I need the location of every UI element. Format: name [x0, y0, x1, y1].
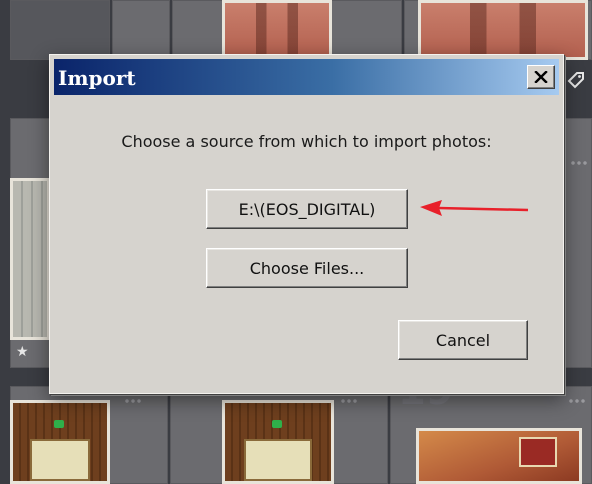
grid-cell[interactable] — [112, 0, 170, 60]
dialog-title: Import — [58, 66, 136, 90]
drive-source-button[interactable]: E:\(EOS_DIGITAL) — [206, 189, 408, 229]
photo-thumbnail[interactable] — [416, 428, 582, 484]
photo-thumbnail[interactable] — [222, 0, 332, 60]
star-rating[interactable]: ★ — [16, 344, 29, 360]
annotation-arrow — [420, 200, 529, 216]
import-dialog: Import Choose a source from which to imp… — [49, 54, 564, 394]
cell-options-dots[interactable] — [570, 160, 588, 166]
tag-icon — [566, 70, 586, 94]
cell-options-dots[interactable] — [340, 398, 358, 404]
import-prompt: Choose a source from which to import pho… — [121, 132, 492, 151]
close-icon — [534, 71, 548, 83]
arrow-shaft — [437, 206, 529, 212]
grid-cell[interactable] — [10, 0, 110, 60]
arrow-head — [420, 200, 442, 216]
lightroom-library-grid: ★ 19 Import Choose a source from which t… — [0, 0, 592, 484]
photo-thumbnail[interactable] — [10, 178, 50, 340]
window-detail — [244, 438, 312, 481]
close-button[interactable] — [527, 65, 555, 89]
photo-thumbnail[interactable] — [10, 400, 110, 484]
photo-thumbnail[interactable] — [222, 400, 334, 484]
dialog-titlebar[interactable]: Import — [54, 59, 559, 95]
photo-thumbnail[interactable] — [418, 0, 588, 60]
window-detail — [518, 437, 557, 467]
cell-options-dots[interactable] — [124, 398, 142, 404]
lamp-detail — [271, 420, 282, 429]
cell-options-dots[interactable] — [568, 398, 586, 404]
lamp-detail — [54, 420, 65, 429]
grid-cell[interactable] — [564, 118, 592, 368]
cancel-button[interactable]: Cancel — [398, 320, 528, 360]
window-detail — [29, 438, 91, 481]
choose-files-button[interactable]: Choose Files... — [206, 248, 408, 288]
